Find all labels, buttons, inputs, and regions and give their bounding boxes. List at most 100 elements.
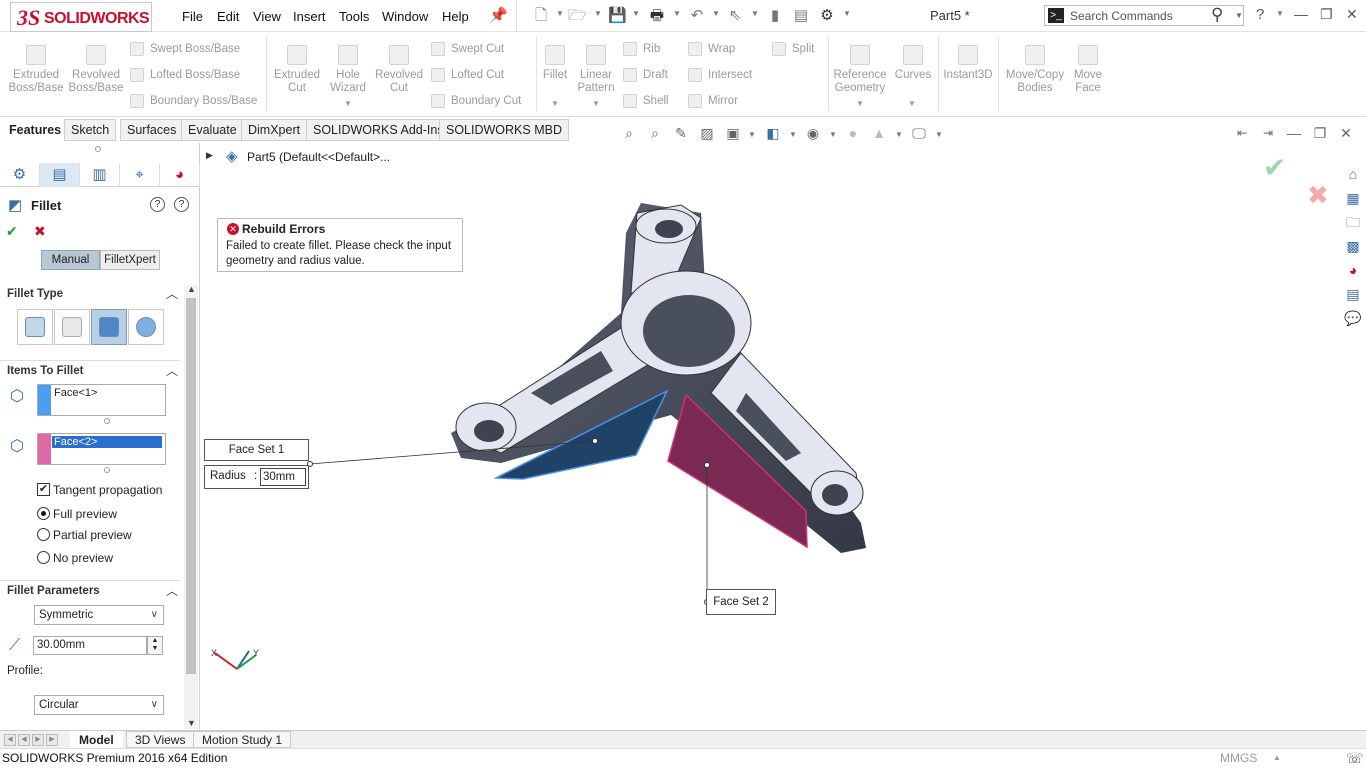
apply-scene-icon[interactable]: ▲ — [870, 125, 888, 141]
doc-restore-icon[interactable]: ❐ — [1311, 125, 1329, 141]
zoom-to-area-icon[interactable]: ⌕ — [646, 125, 664, 141]
doc-close-icon[interactable]: ✕ — [1337, 125, 1355, 141]
minimize-icon[interactable]: — — [1294, 6, 1308, 22]
face-set-1-callout[interactable]: Face Set 1 — [204, 439, 309, 461]
whats-wrong-help-icon[interactable]: ? — [150, 197, 165, 212]
save-caret-icon[interactable]: ▼ — [632, 9, 640, 18]
panel-grip-icon[interactable] — [95, 146, 101, 152]
menu-tools[interactable]: Tools — [339, 9, 369, 24]
reference-geometry-caret-icon[interactable]: ▼ — [856, 99, 864, 108]
viewport-next-icon[interactable]: ⇥ — [1259, 125, 1277, 141]
lofted-cut-button[interactable]: Lofted Cut — [431, 68, 504, 82]
scroll-up-icon[interactable]: ▲ — [187, 284, 196, 294]
tab-motion-study[interactable]: Motion Study 1 — [193, 731, 292, 748]
tab-features[interactable]: Features — [2, 119, 69, 141]
variable-size-fillet-button[interactable] — [54, 309, 90, 345]
collapse-chevron-icon[interactable]: ︿ — [166, 362, 178, 379]
options-gear-icon[interactable]: ⚙ — [818, 7, 836, 25]
scroll-down-icon[interactable]: ▼ — [187, 718, 196, 728]
menu-help[interactable]: Help — [442, 9, 469, 24]
menu-window[interactable]: Window — [382, 9, 428, 24]
open-caret-icon[interactable]: ▼ — [594, 9, 602, 18]
fillet-button[interactable]: Fillet — [540, 45, 570, 82]
curves-button[interactable]: Curves — [892, 45, 934, 82]
tab-mbd[interactable]: SOLIDWORKS MBD — [439, 119, 569, 141]
help-caret-icon[interactable]: ▼ — [1276, 9, 1284, 18]
ok-check-icon[interactable]: ✔ — [6, 223, 18, 240]
print-caret-icon[interactable]: ▼ — [673, 9, 681, 18]
hide-show-items-icon[interactable]: ◉ — [804, 125, 822, 141]
open-icon[interactable]: 🗁 — [568, 7, 587, 25]
revolved-cut-button[interactable]: Revolved Cut — [374, 45, 424, 95]
units-label[interactable]: MMGS — [1220, 751, 1257, 765]
face-set-2-callout[interactable]: Face Set 2 — [706, 589, 776, 615]
constant-size-fillet-button[interactable] — [17, 309, 53, 345]
panel-scroll-thumb[interactable] — [186, 298, 196, 674]
fillet-method-select[interactable]: Symmetric ∨ — [34, 605, 164, 625]
radius-callout[interactable]: Radius : 30mm — [204, 465, 309, 489]
options-caret-icon[interactable]: ▼ — [843, 9, 851, 18]
items-to-fillet-header[interactable]: Items To Fillet ︿ — [0, 360, 180, 382]
full-preview-radio[interactable] — [37, 507, 50, 520]
appearances-icon[interactable]: ◕ — [1343, 260, 1363, 280]
previous-view-icon[interactable]: ✎ — [672, 125, 690, 141]
collapse-chevron-icon[interactable]: ︿ — [166, 285, 178, 302]
move-face-button[interactable]: Move Face — [1068, 45, 1108, 95]
face-set-1-list[interactable]: Face<1> — [37, 384, 166, 416]
reference-geometry-button[interactable]: Reference Geometry — [832, 45, 888, 95]
rib-button[interactable]: Rib — [623, 42, 660, 56]
feature-manager-tab-icon[interactable]: ⚙ — [0, 163, 40, 187]
dimxpert-manager-tab-icon[interactable]: ⌖ — [120, 163, 160, 187]
manual-mode-button[interactable]: Manual — [41, 250, 100, 270]
last-tab-icon[interactable]: ▶ — [46, 734, 58, 746]
search-caret-icon[interactable]: ▼ — [1235, 11, 1243, 20]
no-preview-radio[interactable] — [37, 551, 50, 564]
boundary-cut-button[interactable]: Boundary Cut — [431, 94, 521, 108]
cancel-x-icon[interactable]: ✖ — [34, 223, 46, 240]
solidworks-resources-icon[interactable]: ⌂ — [1343, 164, 1363, 184]
menu-insert[interactable]: Insert — [293, 9, 326, 24]
search-icon[interactable]: ⚲ — [1211, 5, 1223, 25]
tab-evaluate[interactable]: Evaluate — [181, 119, 244, 141]
view-orientation-caret-icon[interactable]: ▼ — [748, 130, 756, 139]
section-view-icon[interactable]: ▨ — [698, 125, 716, 141]
help-button[interactable]: ? — [1256, 6, 1264, 23]
linear-pattern-button[interactable]: Linear Pattern — [576, 45, 616, 95]
design-library-icon[interactable]: ▦ — [1343, 188, 1363, 208]
curves-caret-icon[interactable]: ▼ — [908, 99, 916, 108]
pin-icon[interactable]: 📌 — [489, 7, 508, 25]
status-help-icon[interactable]: ☏ — [1346, 750, 1364, 767]
mirror-button[interactable]: Mirror — [688, 94, 738, 108]
undo-caret-icon[interactable]: ▼ — [712, 9, 720, 18]
lofted-boss-button[interactable]: Lofted Boss/Base — [130, 68, 240, 82]
doc-minimize-icon[interactable]: — — [1285, 125, 1303, 141]
units-caret-icon[interactable]: ▲ — [1273, 753, 1281, 762]
zoom-to-fit-icon[interactable]: ⌕ — [620, 125, 638, 141]
swept-cut-button[interactable]: Swept Cut — [431, 42, 504, 56]
search-commands-field[interactable]: >_ Search Commands ⚲ ▼ — [1044, 5, 1244, 26]
close-icon[interactable]: ✕ — [1346, 6, 1358, 23]
tangent-propagation-checkbox[interactable]: ✔ — [37, 483, 50, 496]
first-tab-icon[interactable]: ◀ — [4, 734, 16, 746]
undo-icon[interactable]: ↶ — [688, 7, 706, 25]
viewport-prev-icon[interactable]: ⇤ — [1233, 125, 1251, 141]
revolved-boss-button[interactable]: Revolved Boss/Base — [68, 45, 124, 95]
help-icon[interactable]: ? — [174, 197, 189, 212]
menu-edit[interactable]: Edit — [217, 9, 239, 24]
profile-select[interactable]: Circular ∨ — [34, 695, 164, 715]
face-fillet-button[interactable] — [91, 309, 127, 345]
face-set-2-list[interactable]: Face<2> — [37, 433, 166, 465]
tab-model[interactable]: Model — [70, 731, 123, 748]
callout-radius-input[interactable]: 30mm — [260, 468, 306, 486]
display-style-caret-icon[interactable]: ▼ — [789, 130, 797, 139]
extruded-boss-button[interactable]: Extruded Boss/Base — [8, 45, 64, 95]
draft-button[interactable]: Draft — [623, 68, 668, 82]
restore-icon[interactable]: ❐ — [1320, 6, 1333, 23]
new-caret-icon[interactable]: ▼ — [556, 9, 564, 18]
solidworks-logo[interactable]: 3S SOLIDWORKS — [10, 2, 152, 32]
swept-boss-button[interactable]: Swept Boss/Base — [130, 42, 240, 56]
view-orientation-icon[interactable]: ▣ — [724, 125, 742, 141]
partial-preview-radio[interactable] — [37, 528, 50, 541]
view-settings-icon[interactable]: 🖵 — [910, 125, 928, 141]
menu-file[interactable]: File — [182, 9, 203, 24]
